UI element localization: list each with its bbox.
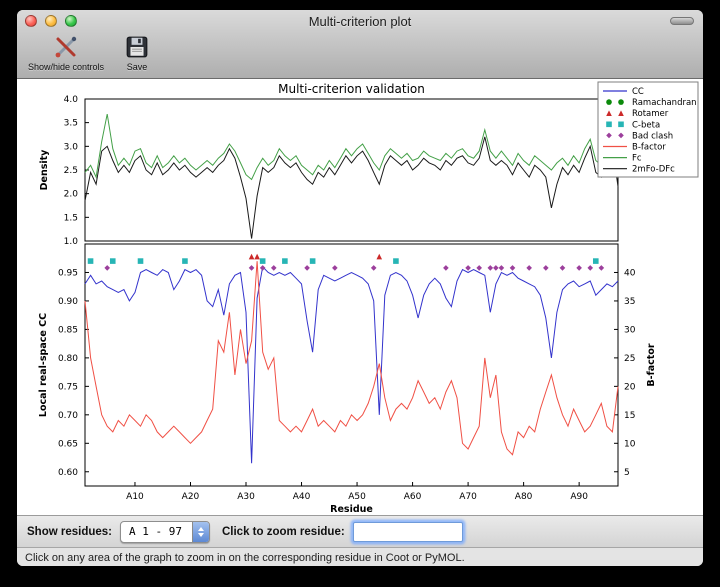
svg-text:A90: A90: [570, 492, 588, 502]
zoom-residue-label: Click to zoom residue:: [222, 526, 345, 538]
minimize-button[interactable]: [45, 15, 57, 27]
svg-text:25: 25: [624, 354, 635, 364]
svg-text:3.0: 3.0: [64, 142, 79, 152]
svg-text:35: 35: [624, 297, 635, 307]
svg-text:A20: A20: [182, 492, 200, 502]
stepper-arrows-icon: [192, 522, 209, 542]
zoom-button[interactable]: [65, 15, 77, 27]
svg-text:A10: A10: [126, 492, 144, 502]
svg-text:A30: A30: [237, 492, 255, 502]
svg-text:2.5: 2.5: [64, 166, 78, 176]
svg-text:0.90: 0.90: [58, 297, 78, 307]
svg-text:CC: CC: [632, 87, 644, 97]
svg-text:0.75: 0.75: [58, 382, 78, 392]
traffic-lights: [25, 15, 77, 27]
window-title: Multi-criterion plot: [309, 14, 412, 29]
plot-area: Multi-criterion validation 1.0 1.5 2.0 2.5 3.…: [17, 79, 703, 515]
toolbar: Show/hide controls Save: [17, 32, 703, 78]
svg-text:0.95: 0.95: [58, 268, 78, 278]
svg-text:C-beta: C-beta: [632, 120, 660, 130]
svg-text:Local real-space CC: Local real-space CC: [38, 313, 49, 417]
svg-text:20: 20: [624, 382, 636, 392]
svg-text:0.85: 0.85: [58, 325, 78, 335]
show-residues-label: Show residues:: [27, 526, 112, 538]
show-residues-value: A 1 - 97: [121, 522, 192, 542]
svg-text:Residue: Residue: [330, 504, 373, 515]
svg-text:0.60: 0.60: [58, 468, 78, 478]
toolbar-button-label: Save: [127, 62, 148, 72]
status-text: Click on any area of the graph to zoom i…: [25, 552, 465, 564]
svg-text:B-factor: B-factor: [632, 143, 666, 153]
controls-bar: Show residues: A 1 - 97 Click to zoom re…: [17, 515, 703, 547]
show-hide-controls-button[interactable]: Show/hide controls: [25, 34, 107, 73]
toolbar-toggle-button[interactable]: [670, 17, 694, 25]
show-residues-select[interactable]: A 1 - 97: [120, 521, 210, 543]
svg-text:2mFo-DFc: 2mFo-DFc: [632, 165, 675, 175]
window-chrome: Multi-criterion plot Show/hide controls: [17, 10, 703, 79]
close-button[interactable]: [25, 15, 37, 27]
svg-text:Density: Density: [39, 149, 50, 191]
window: Multi-criterion plot Show/hide controls: [17, 10, 703, 566]
svg-text:2.0: 2.0: [64, 190, 79, 200]
svg-text:A80: A80: [515, 492, 533, 502]
svg-text:4.0: 4.0: [64, 95, 79, 105]
status-bar: Click on any area of the graph to zoom i…: [17, 547, 703, 566]
svg-text:Rotamer: Rotamer: [632, 109, 669, 119]
svg-text:40: 40: [624, 268, 636, 278]
titlebar: Multi-criterion plot: [17, 10, 703, 32]
svg-text:A60: A60: [404, 492, 422, 502]
plot-figure[interactable]: Multi-criterion validation 1.0 1.5 2.0 2.5 3.…: [17, 79, 703, 515]
svg-text:Bad clash: Bad clash: [632, 131, 673, 141]
svg-text:15: 15: [624, 411, 635, 421]
svg-text:0.65: 0.65: [58, 439, 78, 449]
svg-text:10: 10: [624, 439, 636, 449]
svg-text:5: 5: [624, 468, 630, 478]
svg-text:A40: A40: [293, 492, 311, 502]
svg-text:0.70: 0.70: [58, 411, 78, 421]
svg-text:A50: A50: [348, 492, 366, 502]
zoom-residue-input[interactable]: [353, 522, 463, 542]
save-button[interactable]: Save: [123, 34, 151, 73]
svg-text:Fc: Fc: [632, 154, 642, 164]
svg-text:A70: A70: [459, 492, 477, 502]
svg-text:1.5: 1.5: [64, 213, 78, 223]
svg-text:0.80: 0.80: [58, 354, 78, 364]
svg-text:B-factor: B-factor: [646, 343, 657, 386]
show-hide-controls-icon: [53, 35, 79, 62]
svg-text:1.0: 1.0: [64, 237, 79, 247]
svg-text:30: 30: [624, 325, 636, 335]
svg-text:Ramachandran: Ramachandran: [632, 98, 697, 108]
save-icon: [126, 35, 148, 62]
toolbar-button-label: Show/hide controls: [28, 62, 104, 72]
svg-text:3.5: 3.5: [64, 119, 78, 129]
svg-text:Multi-criterion validation: Multi-criterion validation: [278, 82, 425, 96]
